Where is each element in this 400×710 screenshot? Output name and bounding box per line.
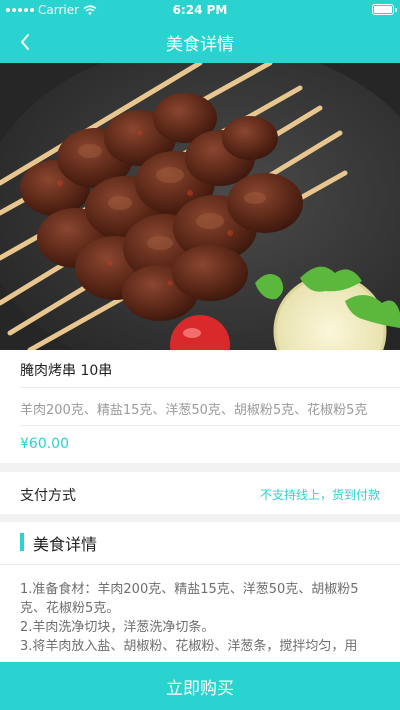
- section-accent-bar: [20, 533, 24, 551]
- dish-info-card: 腌肉烤串 10串 羊肉200克、精盐15克、洋葱50克、胡椒粉5克、花椒粉5克 …: [0, 350, 400, 463]
- status-bar: Carrier 6:24 PM: [0, 0, 400, 20]
- page-title: 美食详情: [166, 35, 234, 55]
- divider: [0, 564, 400, 565]
- payment-label: 支付方式: [20, 488, 76, 504]
- top-bar: Carrier 6:24 PM 美食详情: [0, 0, 400, 63]
- nav-bar: 美食详情: [0, 20, 400, 63]
- battery-level: [374, 6, 392, 13]
- payment-row[interactable]: 支付方式 不支持线上，货到付款: [0, 472, 400, 514]
- step-text: 3.将羊肉放入盐、胡椒粉、花椒粉、洋葱条，搅拌均匀，用: [20, 639, 358, 654]
- details-section: 美食详情 1.准备食材：羊肉200克、精盐15克、洋葱50克、胡椒粉5克、花椒粉…: [0, 522, 400, 662]
- details-steps: 1.准备食材：羊肉200克、精盐15克、洋葱50克、胡椒粉5克、花椒粉5克。 2…: [20, 580, 380, 656]
- step-text: 2.羊肉洗净切块，洋葱洗净切条。: [20, 620, 215, 635]
- step-text: 1.准备食材：羊肉200克、精盐15克、洋葱50克、胡椒粉5克、花椒粉5克。: [20, 582, 359, 616]
- battery-icon: [372, 4, 397, 15]
- divider: [20, 425, 400, 426]
- status-time: 6:24 PM: [172, 3, 228, 17]
- food-photo: [0, 63, 400, 350]
- buy-now-button[interactable]: 立即购买: [0, 662, 400, 710]
- dish-name: 腌肉烤串 10串: [20, 363, 113, 379]
- dish-ingredients: 羊肉200克、精盐15克、洋葱50克、胡椒粉5克、花椒粉5克: [20, 403, 368, 418]
- divider: [20, 387, 400, 388]
- payment-value: 不支持线上，货到付款: [259, 488, 380, 502]
- dish-price: ¥60.00: [20, 436, 69, 452]
- details-heading: 美食详情: [33, 535, 98, 554]
- food-photo-illustration: [0, 63, 400, 350]
